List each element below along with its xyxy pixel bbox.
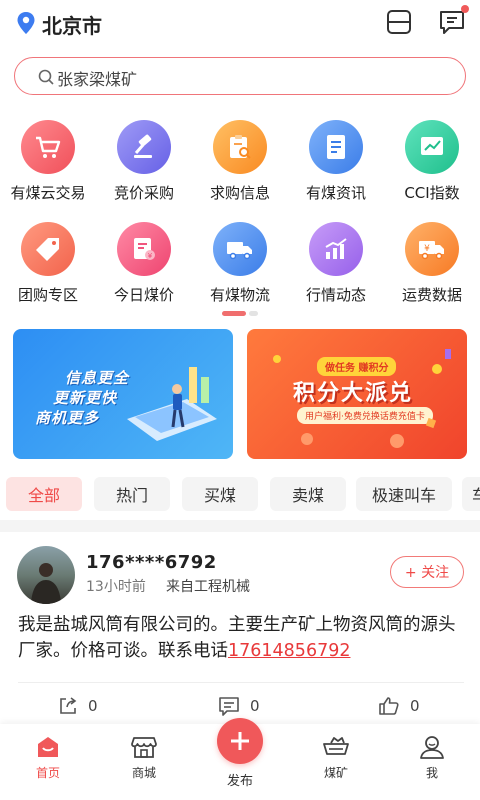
unread-dot	[461, 5, 469, 13]
avatar[interactable]	[17, 546, 75, 604]
confetti-decoration-icon	[273, 349, 451, 448]
location-pin-icon[interactable]	[16, 11, 36, 35]
mine-cart-icon	[323, 737, 349, 755]
person-photo-icon	[31, 563, 61, 604]
cart-icon	[21, 120, 75, 174]
svg-text:¥: ¥	[424, 244, 430, 254]
like-button[interactable]: 0	[378, 694, 420, 718]
message-button[interactable]	[438, 5, 469, 37]
nav-mall[interactable]: 商城	[114, 734, 174, 781]
grid-item-cloud-trade[interactable]: 有煤云交易	[0, 120, 96, 216]
city-selector[interactable]: 北京市	[42, 10, 102, 39]
nav-coalmine[interactable]: 煤矿	[306, 734, 366, 781]
scan-icon[interactable]	[386, 9, 412, 35]
tab-fast-truck[interactable]: 极速叫车	[356, 477, 452, 511]
user-icon	[420, 736, 444, 759]
tab-sell-coal[interactable]: 卖煤	[270, 477, 346, 511]
laptop-illustration-icon	[127, 367, 217, 441]
grid-item-cci-index[interactable]: CCI指数	[384, 120, 480, 216]
search-input[interactable]: 张家梁煤矿	[57, 66, 137, 90]
grid-item-bid-purchase[interactable]: 竞价采购	[96, 120, 192, 216]
home-icon	[38, 737, 58, 757]
comment-icon	[219, 697, 239, 716]
tag-icon	[21, 222, 75, 276]
post-divider	[18, 682, 464, 683]
nav-me[interactable]: 我	[402, 734, 462, 781]
post-content[interactable]: 我是盐城风筒有限公司的。主要生产矿上物资风筒的源头厂家。价格可谈。联系电话176…	[18, 612, 464, 664]
svg-text:¥: ¥	[148, 252, 153, 260]
grid-item-freight-data[interactable]: ¥ 运费数据	[384, 222, 480, 318]
grid-item-market-trends[interactable]: 行情动态	[288, 222, 384, 318]
section-divider	[0, 520, 480, 532]
store-icon	[131, 737, 157, 758]
tab-buy-coal[interactable]: 买煤	[182, 477, 258, 511]
banner-points[interactable]: 做任务 赚积分 积分大派兑 用户福利·免费兑换话费充值卡	[247, 329, 467, 459]
chart-window-icon	[405, 120, 459, 174]
phone-link[interactable]: 17614856792	[228, 641, 350, 661]
document-icon	[309, 120, 363, 174]
freight-truck-icon: ¥	[405, 222, 459, 276]
tab-all[interactable]: 全部	[6, 477, 82, 511]
post-source: 来自工程机械	[166, 579, 250, 595]
post-username[interactable]: 176****6792	[86, 552, 217, 573]
share-button[interactable]: 0	[58, 694, 98, 718]
search-icon	[38, 69, 54, 85]
clipboard-search-icon	[213, 120, 267, 174]
tab-hot[interactable]: 热门	[94, 477, 170, 511]
gavel-icon	[117, 120, 171, 174]
nav-publish[interactable]: 发布	[216, 718, 264, 789]
tab-truck[interactable]: 车	[462, 477, 480, 511]
bar-chart-icon	[309, 222, 363, 276]
grid-page-indicator	[222, 311, 258, 316]
top-bar: 北京市	[0, 0, 480, 48]
post-time: 13小时前	[86, 579, 146, 595]
search-bar[interactable]: 张家梁煤矿	[14, 57, 466, 95]
category-tabs: 全部 热门 买煤 卖煤 极速叫车 车	[0, 477, 480, 513]
grid-item-today-price[interactable]: ¥ 今日煤价	[96, 222, 192, 318]
thumbs-up-icon	[379, 697, 399, 715]
nav-home[interactable]: 首页	[18, 734, 78, 781]
follow-button[interactable]: + 关注	[390, 556, 464, 588]
truck-icon	[213, 222, 267, 276]
comment-button[interactable]: 0	[218, 694, 260, 718]
share-icon	[60, 697, 77, 714]
message-icon	[440, 11, 464, 34]
bottom-nav: 首页 商城 发布 煤矿 我	[0, 718, 480, 800]
banner-info[interactable]: 信息更全 更新更快 商机更多	[13, 329, 233, 459]
grid-item-wanted-info[interactable]: 求购信息	[192, 120, 288, 216]
grid-item-group-buy[interactable]: 团购专区	[0, 222, 96, 318]
plus-icon	[217, 718, 263, 764]
grid-item-coal-news[interactable]: 有煤资讯	[288, 120, 384, 216]
price-doc-icon: ¥	[117, 222, 171, 276]
grid-item-logistics[interactable]: 有煤物流	[192, 222, 288, 318]
